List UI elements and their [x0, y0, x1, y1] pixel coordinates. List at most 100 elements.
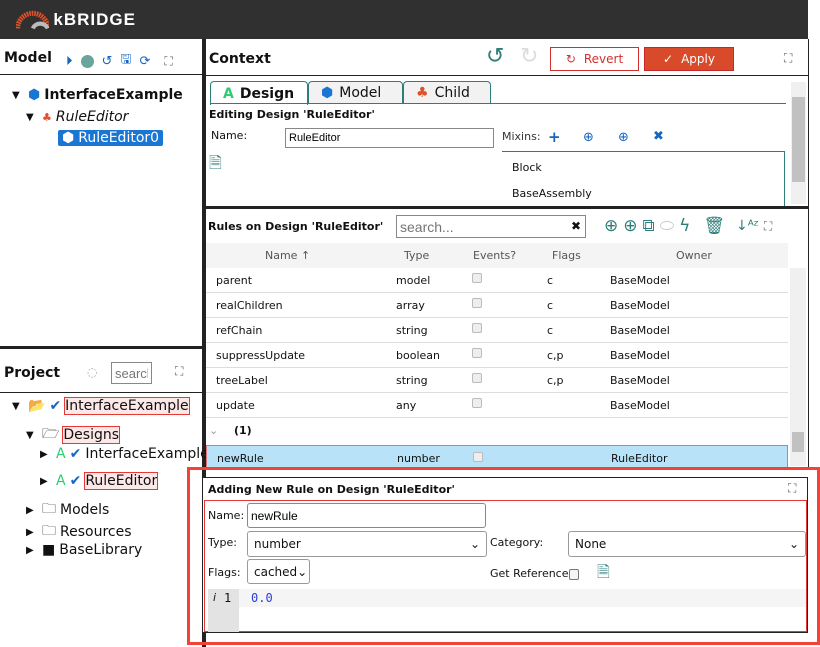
- apply-button[interactable]: ✓ Apply: [644, 47, 734, 71]
- code-gutter: i 1: [208, 589, 239, 632]
- play-icon[interactable]: ⏵: [66, 54, 73, 69]
- expand-icon[interactable]: ⛶: [164, 54, 172, 69]
- code-text[interactable]: 0.0: [251, 591, 273, 605]
- redo-icon[interactable]: ↻: [520, 44, 538, 69]
- caret-down-icon[interactable]: ▼: [12, 90, 24, 101]
- flags-select[interactable]: cached ⌄: [247, 559, 310, 584]
- events-checkbox[interactable]: [472, 298, 482, 308]
- add-rule-icon[interactable]: ⊕: [604, 216, 618, 236]
- new-rule-panel: Adding New Rule on Design 'RuleEditor' ⛶…: [202, 477, 808, 633]
- copy-icon[interactable]: ⧉: [643, 216, 655, 236]
- move-up-icon[interactable]: ⊕: [618, 130, 629, 145]
- get-reference-checkbox[interactable]: [569, 569, 579, 580]
- folder-open-icon: 🗁: [42, 426, 60, 442]
- project-item-design-ruleeditor[interactable]: ▶ A ✔ RuleEditor: [40, 472, 159, 490]
- undo-icon[interactable]: ↺: [486, 44, 504, 69]
- rule-owner: BaseModel: [610, 274, 670, 287]
- rule-owner: BaseModel: [610, 399, 670, 412]
- context-splitter[interactable]: [206, 206, 808, 209]
- rules-scrollbar[interactable]: [790, 268, 806, 466]
- chevron-down-icon[interactable]: ⌄: [209, 424, 218, 437]
- project-item-designs[interactable]: ▼ 🗁 Designs: [26, 423, 121, 447]
- expand-icon[interactable]: ⛶: [764, 219, 772, 234]
- document-icon[interactable]: 🗎: [209, 152, 222, 179]
- compass-icon: A: [56, 473, 66, 489]
- design-name-input[interactable]: [285, 128, 494, 148]
- check-icon: ✓: [663, 52, 674, 66]
- events-checkbox[interactable]: [472, 273, 482, 283]
- top-bar: kBRIDGE: [0, 0, 808, 39]
- project-item-models[interactable]: ▶ 🗀 Models: [26, 498, 109, 522]
- add-child-icon[interactable]: ⊕: [623, 216, 637, 236]
- sort-az-icon[interactable]: ↓ᴬᶻ: [736, 218, 759, 234]
- horizontal-splitter[interactable]: [0, 346, 202, 349]
- name-label: Name:: [211, 129, 248, 142]
- expand-icon[interactable]: ⛶: [788, 481, 796, 496]
- check-circle-icon: ✔: [49, 398, 62, 414]
- column-header-events[interactable]: Events?: [473, 243, 516, 268]
- table-row[interactable]: treeLabel string c,p BaseModel: [206, 368, 788, 393]
- events-checkbox[interactable]: [472, 348, 482, 358]
- rule-flags: c,p: [547, 374, 564, 387]
- cube-icon: ⬢: [62, 130, 75, 146]
- compass-icon: A: [223, 85, 234, 102]
- toggle-icon[interactable]: ⬭: [660, 216, 675, 236]
- project-item-interfaceexample[interactable]: ▼ 📂 ✔ InterfaceExample: [12, 397, 190, 415]
- mixins-list: Block BaseAssembly: [502, 151, 785, 206]
- mixin-item[interactable]: BaseAssembly: [512, 187, 592, 200]
- refresh-icon[interactable]: ⟳: [139, 54, 150, 69]
- rule-name-input[interactable]: [247, 503, 486, 528]
- code-editor[interactable]: [208, 589, 806, 607]
- tree-item-ruleeditor[interactable]: ▼ ♣ RuleEditor: [26, 109, 128, 125]
- rules-search-input[interactable]: [396, 215, 586, 238]
- lightning-icon[interactable]: ϟ: [679, 216, 690, 236]
- tree-item-ruleeditor0[interactable]: ⬢ RuleEditor0: [58, 130, 164, 146]
- events-checkbox[interactable]: [472, 398, 482, 408]
- rule-flags: c: [547, 274, 554, 287]
- tab-child[interactable]: ♣ Child: [403, 81, 491, 103]
- events-checkbox[interactable]: [473, 452, 483, 462]
- expand-icon[interactable]: ⛶: [784, 51, 792, 66]
- tab-model[interactable]: ⬢ Model: [308, 81, 403, 103]
- group-row[interactable]: ⌄ (1): [206, 418, 788, 443]
- table-row[interactable]: refChain string c BaseModel: [206, 318, 788, 343]
- type-label: Type:: [208, 536, 237, 549]
- save-icon[interactable]: 🖫: [120, 50, 131, 72]
- category-select[interactable]: None ⌄: [568, 531, 806, 557]
- tree-item-interfaceexample[interactable]: ▼ ⬢ InterfaceExample: [12, 87, 183, 103]
- tab-design[interactable]: A Design: [210, 81, 308, 105]
- expand-icon[interactable]: ⛶: [175, 364, 183, 379]
- column-header-flags[interactable]: Flags: [552, 243, 581, 268]
- move-down-icon[interactable]: ⊕: [583, 130, 594, 145]
- history-icon[interactable]: ↺: [102, 54, 113, 69]
- context-scrollbar[interactable]: [791, 82, 806, 204]
- column-header-name[interactable]: Name ↑: [265, 243, 310, 268]
- project-item-design-interfaceexample[interactable]: ▶ A ✔ InterfaceExample: [40, 446, 209, 462]
- revert-button[interactable]: ↻ Revert: [550, 47, 639, 71]
- events-checkbox[interactable]: [472, 323, 482, 333]
- column-header-owner[interactable]: Owner: [676, 243, 712, 268]
- table-row-new[interactable]: newRule number RuleEditor: [206, 445, 788, 468]
- rule-owner: BaseModel: [610, 349, 670, 362]
- project-item-baselibrary[interactable]: ▶ ■ BaseLibrary: [26, 542, 142, 558]
- status-dot-icon[interactable]: [80, 54, 94, 68]
- clear-search-icon[interactable]: ✖: [571, 219, 581, 233]
- folder-icon: 🗀: [42, 501, 56, 517]
- trash-icon[interactable]: 🗑: [703, 216, 725, 236]
- eye-slash-icon[interactable]: ◌: [87, 365, 97, 379]
- caret-down-icon[interactable]: ▼: [26, 112, 38, 123]
- document-icon[interactable]: 🗎: [597, 561, 610, 588]
- events-checkbox[interactable]: [472, 373, 482, 383]
- table-row[interactable]: realChildren array c BaseModel: [206, 293, 788, 318]
- table-row[interactable]: parent model c BaseModel: [206, 268, 788, 293]
- project-search-input[interactable]: [111, 362, 152, 384]
- type-select[interactable]: number ⌄: [247, 531, 487, 557]
- project-item-resources[interactable]: ▶ 🗀 Resources: [26, 520, 132, 544]
- table-row[interactable]: suppressUpdate boolean c,p BaseModel: [206, 343, 788, 368]
- column-header-type[interactable]: Type: [404, 243, 429, 268]
- add-mixin-icon[interactable]: +: [548, 128, 561, 146]
- mixin-item[interactable]: Block: [512, 161, 542, 174]
- remove-mixin-icon[interactable]: ✖: [653, 129, 664, 144]
- table-row[interactable]: update any BaseModel: [206, 393, 788, 418]
- folder-open-icon: 📂: [28, 398, 46, 414]
